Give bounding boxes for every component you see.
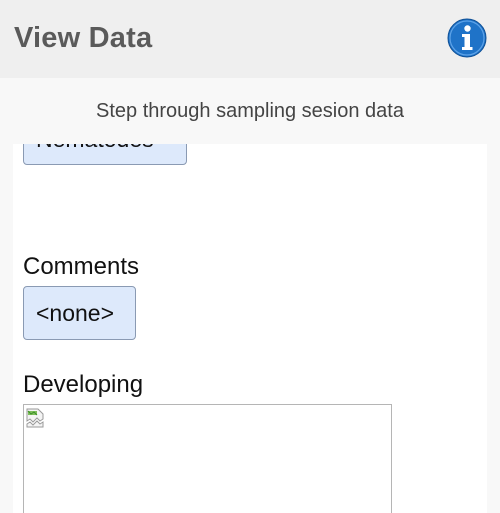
info-button[interactable] — [447, 18, 487, 58]
page-title: View Data — [14, 22, 153, 54]
broken-image-icon — [26, 408, 44, 428]
subtitle: Step through sampling sesion data — [96, 100, 404, 122]
info-icon — [447, 18, 487, 58]
app-header: View Data — [0, 0, 500, 78]
comments-label: Comments — [23, 253, 140, 280]
comments-value-chip: <none> — [23, 286, 136, 340]
developing-label: Developing — [23, 371, 144, 398]
developing-image — [23, 404, 392, 513]
data-card[interactable]: Nematodes Comments <none> Developing — [13, 144, 487, 513]
value-chip-nematodes: Nematodes — [23, 144, 187, 165]
